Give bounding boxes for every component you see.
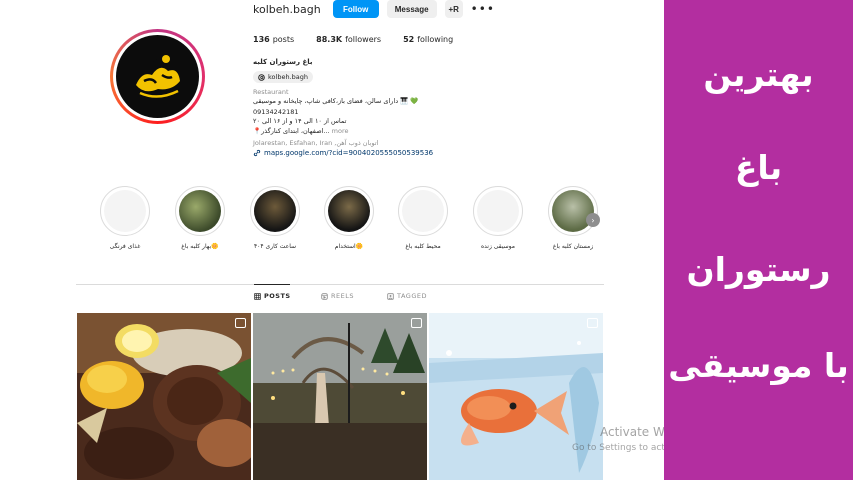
highlight-cover	[179, 190, 221, 232]
tab-posts[interactable]: POSTS	[254, 292, 291, 300]
full-name: باغ رستوران کلبه	[253, 58, 313, 66]
brand-logo	[116, 35, 199, 118]
logo-icon	[135, 54, 180, 98]
highlight-item[interactable]: ساعت کاری ۴۰۴	[245, 186, 305, 250]
highlight-cover	[402, 190, 444, 232]
threads-handle: kolbeh.bagh	[268, 73, 308, 81]
banner-line: بهترین	[703, 55, 814, 94]
tagged-icon	[387, 292, 394, 300]
reel-icon	[411, 318, 422, 328]
bio-phone: 09134242181	[253, 108, 299, 116]
username: kolbeh.bagh	[253, 2, 321, 16]
chevron-right-icon: ›	[591, 215, 595, 225]
category-label: Restaurant	[253, 88, 289, 96]
reels-icon	[321, 292, 328, 300]
message-button[interactable]: Message	[386, 0, 437, 18]
external-link[interactable]: maps.google.com/?cid=9004020555050539536	[253, 149, 433, 157]
profile-header: kolbeh.bagh Follow Message +R •••	[253, 0, 495, 18]
instagram-profile: kolbeh.bagh Follow Message +R ••• 136 pos…	[0, 0, 664, 480]
highlight-cover	[477, 190, 519, 232]
highlight-item[interactable]: بهار کلبه باغ🌼	[170, 186, 230, 250]
highlight-item[interactable]: استخدام🌼	[319, 186, 379, 250]
tab-reels[interactable]: REELS	[321, 292, 354, 300]
add-user-icon: +R	[448, 4, 459, 14]
follow-button[interactable]: Follow	[332, 0, 379, 18]
tab-tagged[interactable]: TAGGED	[387, 292, 427, 300]
banner-line: باغ	[734, 148, 783, 187]
reel-icon	[235, 318, 246, 328]
bio-line: تماس از ۱۰ الی ۱۴ و از ۱۶ الی ۲۰	[253, 117, 347, 125]
story-highlights: غذای فرنگی بهار کلبه باغ🌼 ساعت کاری ۴۰۴ …	[100, 186, 610, 256]
bio-more-link[interactable]: more	[332, 127, 349, 135]
threads-badge[interactable]: kolbeh.bagh	[253, 71, 313, 83]
highlight-item[interactable]: موسیقی زنده	[468, 186, 528, 250]
reel-icon	[587, 318, 598, 328]
following-stat[interactable]: 52 following	[403, 35, 453, 44]
avatar[interactable]	[110, 29, 205, 124]
post-thumbnail[interactable]	[253, 313, 427, 480]
location-text: Jolarestan, Esfahan, Iran ,اتوبان ذوب آه…	[253, 139, 379, 147]
tabs-divider	[76, 284, 604, 285]
bio-line: 📍اصفهان، ابتدای کنارگذر... more	[253, 127, 349, 135]
grid-icon	[254, 292, 261, 300]
highlight-cover	[104, 190, 146, 232]
windows-activation-title: Activate Windows	[600, 425, 664, 439]
food-photo	[77, 313, 251, 480]
more-options-icon[interactable]: •••	[471, 2, 495, 16]
post-thumbnail[interactable]	[77, 313, 251, 480]
highlights-next-button[interactable]: ›	[586, 213, 600, 227]
goldfish-photo	[429, 313, 603, 480]
highlight-cover	[254, 190, 296, 232]
threads-icon	[258, 73, 265, 81]
post-thumbnail[interactable]	[429, 313, 603, 480]
profile-stats: 136 posts 88.3K followers 52 following	[253, 35, 453, 44]
highlight-cover	[552, 190, 594, 232]
windows-activation-subtitle: Go to Settings to activate Windows.	[572, 443, 664, 453]
promo-banner: بهترین باغ رستوران با موسیقی	[664, 0, 853, 480]
highlight-item[interactable]: غذای فرنگی	[95, 186, 155, 250]
followers-stat[interactable]: 88.3K followers	[316, 35, 381, 44]
active-tab-indicator	[254, 284, 290, 285]
garden-photo	[253, 313, 427, 480]
add-user-button[interactable]: +R	[444, 0, 463, 18]
highlight-cover	[328, 190, 370, 232]
posts-stat[interactable]: 136 posts	[253, 35, 294, 44]
highlight-item[interactable]: محیط کلبه باغ	[393, 186, 453, 250]
link-icon	[253, 149, 261, 157]
banner-line: با موسیقی	[668, 346, 849, 385]
bio-line: دارای سالن، فضای باز،کافی شاپ، چایخانه و…	[253, 97, 419, 105]
banner-line: رستوران	[686, 250, 831, 289]
